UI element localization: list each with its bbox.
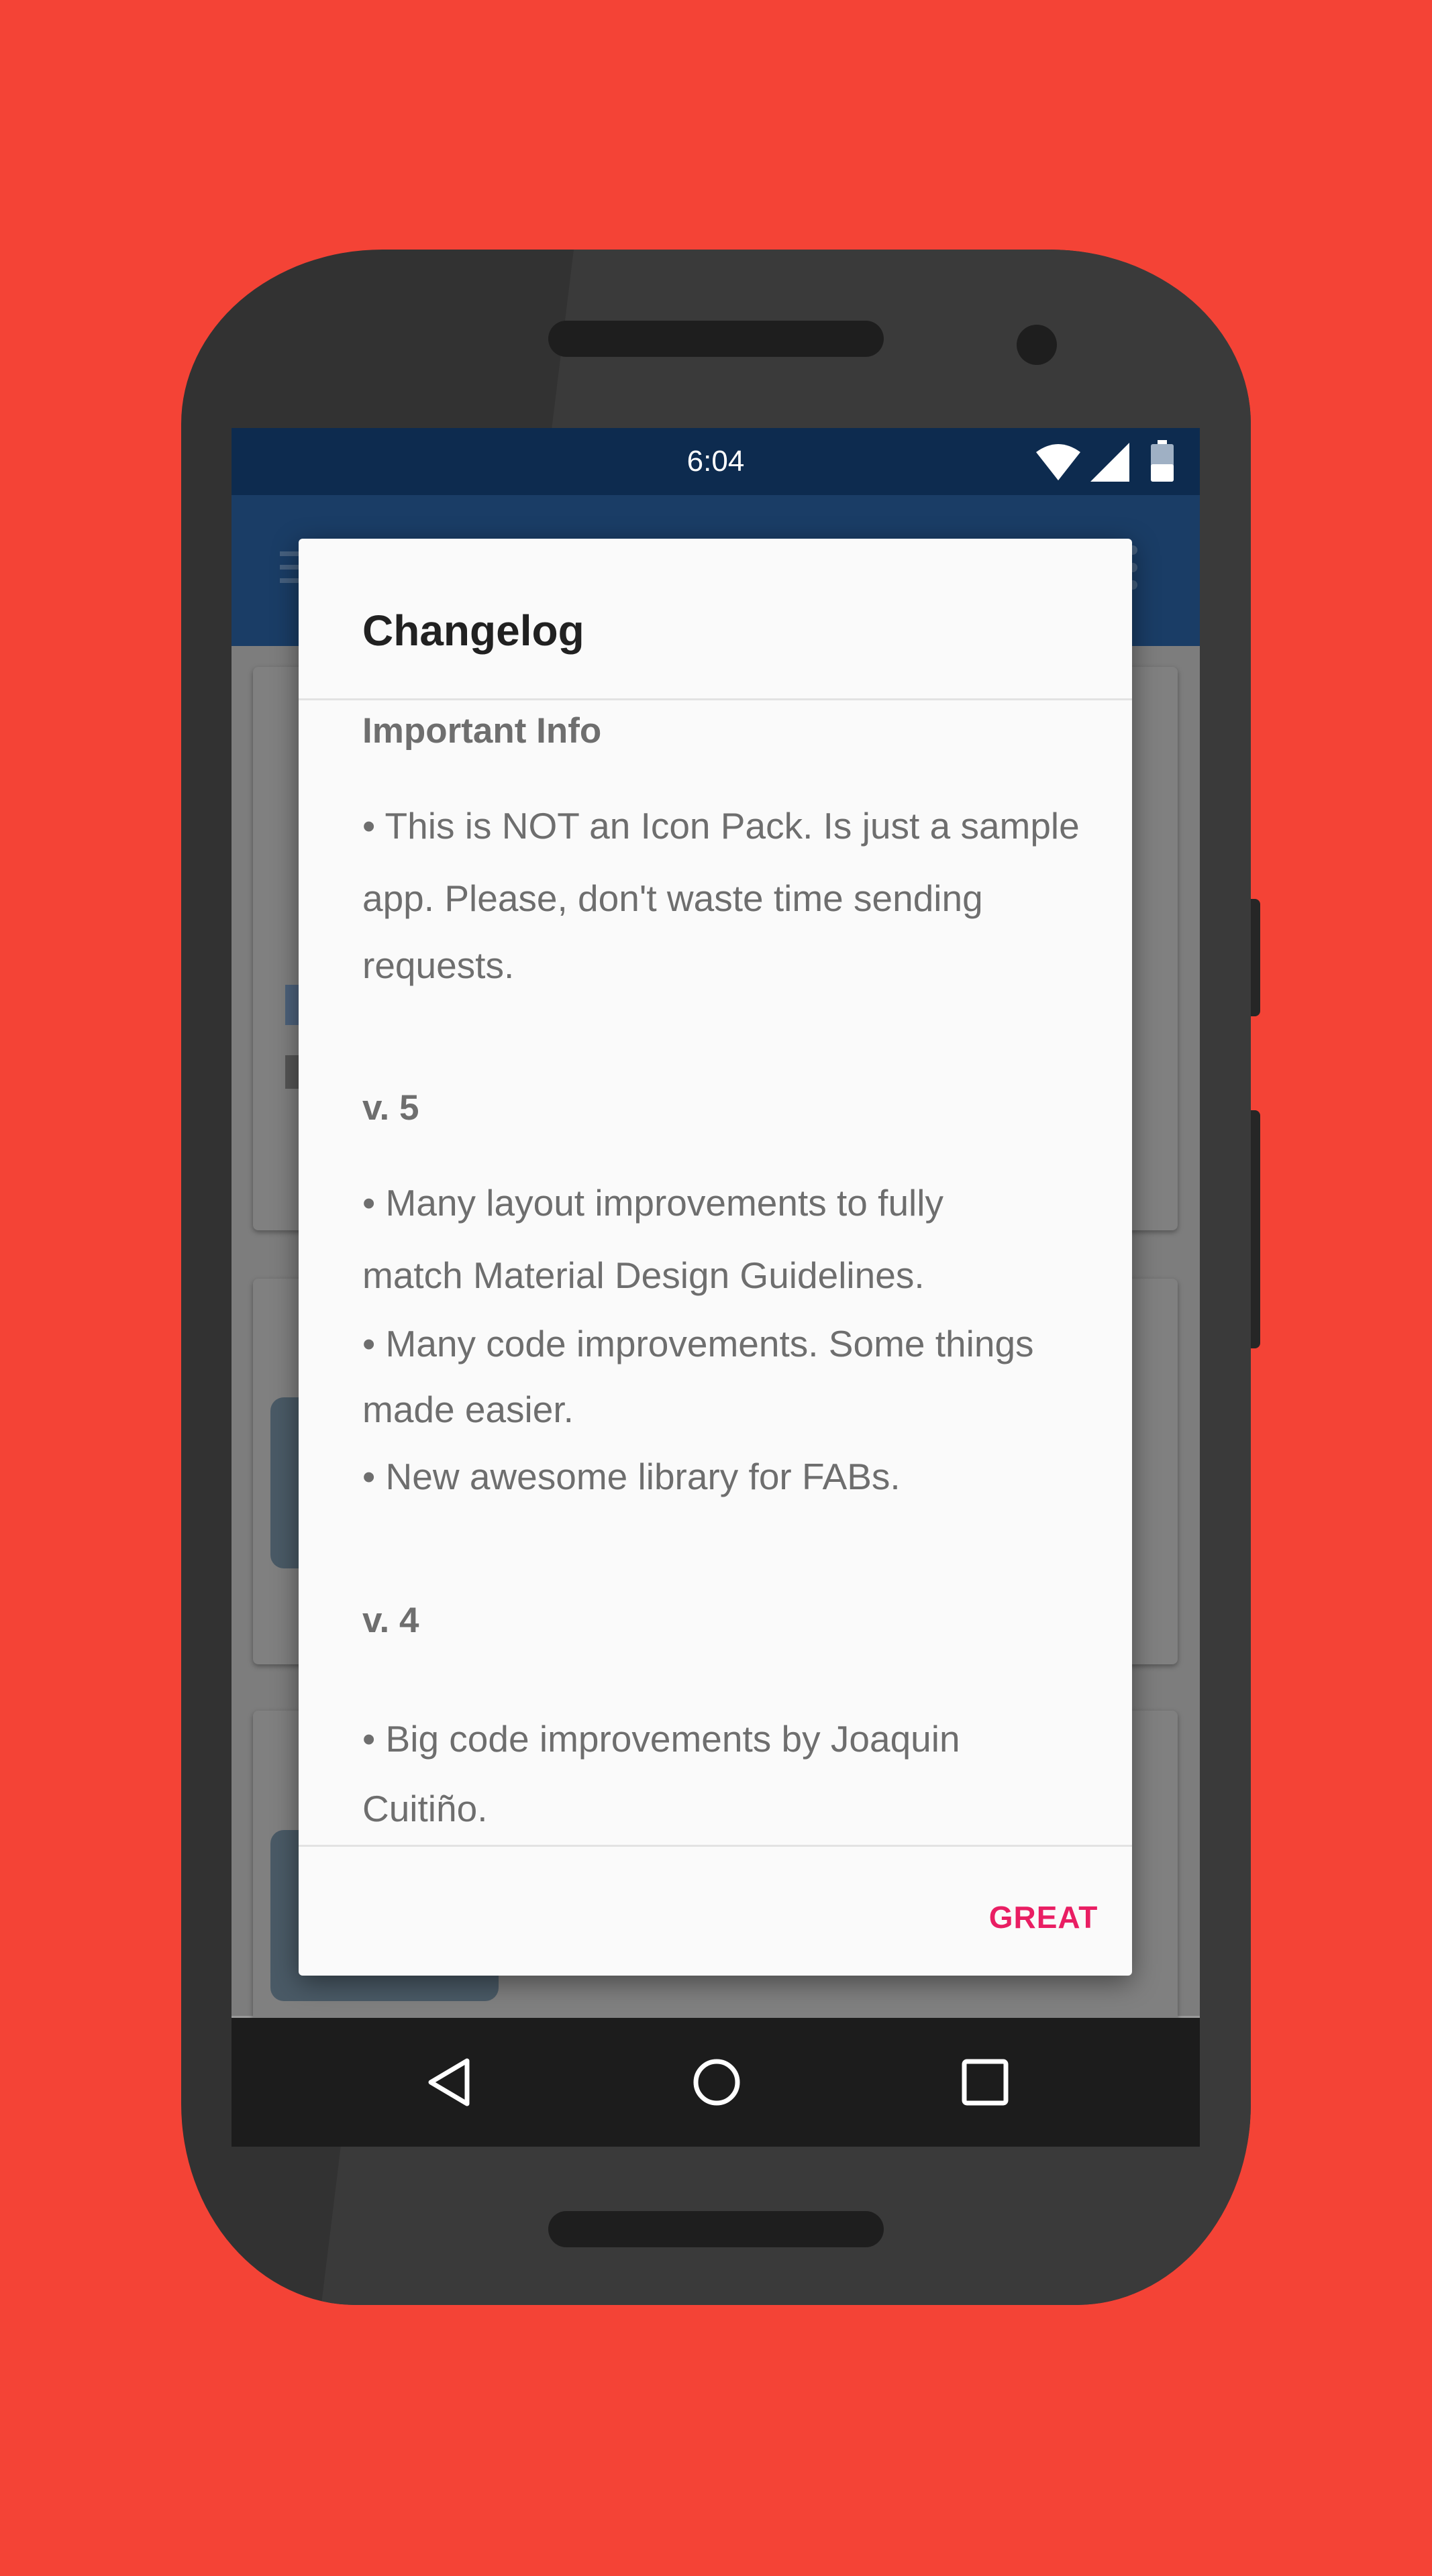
power-button — [1251, 899, 1260, 1016]
battery-icon — [1151, 440, 1174, 482]
volume-button — [1251, 1110, 1260, 1348]
top-speaker-grille — [548, 321, 884, 357]
bottom-speaker-grille — [548, 2211, 884, 2247]
section-heading: v. 4 — [362, 1601, 419, 1640]
changelog-line: app. Please, don't waste time sending — [362, 877, 983, 919]
section-heading: Important Info — [362, 711, 602, 751]
cellular-signal-icon — [1090, 443, 1129, 482]
changelog-line: • Big code improvements by Joaquin — [362, 1718, 960, 1760]
changelog-line: • This is NOT an Icon Pack. Is just a sa… — [362, 805, 1080, 847]
footer-divider — [299, 1845, 1132, 1847]
changelog-line: requests. — [362, 945, 515, 986]
changelog-content[interactable]: Important Info • This is NOT an Icon Pac… — [362, 710, 1094, 1702]
changelog-line: match Material Design Guidelines. — [362, 1254, 925, 1296]
changelog-line: • New awesome library for FABs. — [362, 1456, 901, 1497]
great-button[interactable]: GREAT — [970, 1877, 1117, 1957]
wifi-icon — [1036, 444, 1080, 480]
changelog-line: • Many code improvements. Some things — [362, 1323, 1034, 1364]
changelog-line: Cuitiño. — [362, 1788, 488, 1829]
title-divider — [299, 698, 1132, 700]
dialog-title: Changelog — [362, 606, 584, 655]
home-icon[interactable] — [690, 2055, 744, 2109]
section-heading: v. 5 — [362, 1088, 419, 1128]
front-camera — [1017, 325, 1057, 365]
back-icon[interactable] — [423, 2055, 476, 2109]
recents-icon[interactable] — [960, 2057, 1011, 2108]
changelog-line: made easier. — [362, 1389, 574, 1430]
changelog-tail-clip: • Big code improvements by Joaquin Cuiti… — [362, 1717, 1094, 1843]
changelog-line: • Many layout improvements to fully — [362, 1182, 943, 1224]
